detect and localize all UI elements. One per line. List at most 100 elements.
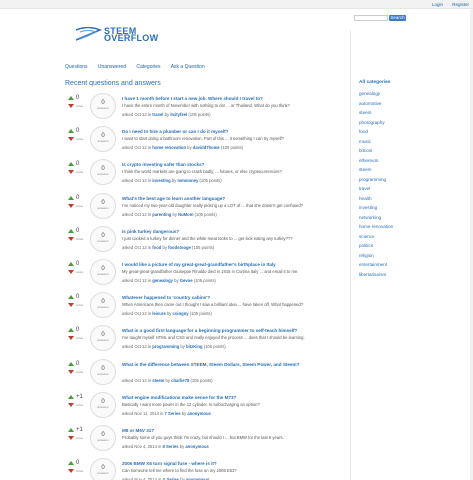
category-link[interactable]: religion	[359, 251, 393, 261]
vote-down-icon[interactable]	[68, 336, 74, 341]
meta-user-link[interactable]: foodstooge	[168, 245, 191, 250]
question-title-link[interactable]: M8 or M5V 31?	[122, 428, 154, 433]
category-link[interactable]: health	[359, 194, 393, 204]
meta-category-link[interactable]: 7 Series	[165, 411, 181, 416]
vote-down-icon[interactable]	[68, 269, 74, 274]
meta-category-link[interactable]: travel	[152, 112, 163, 117]
meta-by: by	[172, 277, 180, 283]
vote-down-icon[interactable]	[68, 203, 74, 208]
vote-down-icon[interactable]	[68, 402, 74, 407]
question-title-link[interactable]: What is the difference between STEEM, St…	[122, 362, 299, 367]
vote-label: votes	[76, 269, 84, 274]
category-link[interactable]: bitcoin	[359, 146, 393, 156]
question-title-link[interactable]: 2006 BMW X5 turn signal fuse - where is …	[122, 461, 217, 466]
vote-up-icon[interactable]	[68, 129, 74, 134]
meta-category-link[interactable]: programming	[152, 344, 179, 349]
meta-user-link[interactable]: anonymous	[187, 411, 211, 416]
question-title-link[interactable]: What's the best age to learn another lan…	[122, 196, 225, 201]
vote-down-icon[interactable]	[68, 104, 74, 108]
question-item: 0 votes 0 answers Is crypto investing safer …	[65, 159, 350, 192]
vote-up-icon[interactable]	[68, 361, 74, 366]
meta-points: (105 points)	[219, 145, 244, 151]
meta-points: (105 points)	[188, 311, 212, 317]
category-link[interactable]: ethereum	[359, 156, 393, 166]
vote-down-icon[interactable]	[68, 236, 74, 241]
category-link[interactable]: steem	[359, 108, 393, 118]
vote-down-icon[interactable]	[68, 369, 74, 374]
answer-count-badge: 0 answers	[90, 325, 116, 352]
meta-category-link[interactable]: leisure	[152, 311, 166, 316]
nav-unanswered[interactable]: Unanswered	[98, 64, 126, 70]
vote-up-icon[interactable]	[68, 96, 74, 100]
vote-up-icon[interactable]	[68, 394, 74, 399]
meta-user-link[interactable]: NuMom	[178, 212, 193, 217]
category-link[interactable]: networking	[359, 213, 393, 223]
meta-user-link[interactable]: Gevoe	[180, 278, 193, 283]
main-nav: Questions Unanswered Categories Ask a Qu…	[65, 64, 214, 70]
question-item: 0 votes 0 answers Whatever happened to 'coun…	[65, 292, 350, 325]
question-title-link[interactable]: I would like a picture of my great-great…	[122, 262, 276, 267]
category-link[interactable]: investing	[359, 203, 393, 213]
category-link[interactable]: food	[359, 127, 393, 137]
vote-down-icon[interactable]	[68, 303, 74, 308]
meta-user-link[interactable]: bitzKing	[186, 344, 203, 349]
meta-category-link[interactable]: genealogy	[152, 278, 173, 283]
nav-questions[interactable]: Questions	[65, 64, 88, 70]
answer-count-badge: 0 answers	[90, 292, 116, 319]
meta-user-link[interactable]: itcityfeel	[170, 112, 187, 117]
meta-user-link[interactable]: charlie78	[171, 378, 189, 383]
meta-user-link[interactable]: coingny	[173, 311, 189, 316]
meta-category-link[interactable]: 8 Series	[163, 444, 179, 449]
question-title-link[interactable]: What is a good first language for a begi…	[122, 328, 297, 333]
category-link[interactable]: travel	[359, 184, 393, 194]
vote-down-icon[interactable]	[68, 469, 74, 474]
question-title-link[interactable]: Whatever happened to 'country cabins'?	[122, 295, 210, 300]
question-title-link[interactable]: Is pink turkey dangerous?	[122, 229, 179, 234]
vote-down-icon[interactable]	[68, 137, 74, 142]
question-title-link[interactable]: What engine modifications make sense for…	[122, 395, 236, 400]
category-link[interactable]: science	[359, 232, 393, 242]
meta-user-link[interactable]: davidd7home	[193, 145, 220, 150]
vote-up-icon[interactable]	[68, 295, 74, 300]
meta-user-link[interactable]: mmmoney	[177, 178, 198, 183]
meta-category-link[interactable]: steem	[152, 378, 164, 383]
category-link[interactable]: photography	[359, 118, 393, 128]
meta-asked: asked Oct 12 in	[122, 311, 153, 317]
vote-up-icon[interactable]	[68, 427, 74, 432]
search-input[interactable]	[354, 15, 388, 21]
nav-categories[interactable]: Categories	[136, 64, 160, 70]
category-link[interactable]: libertarianism	[359, 270, 393, 280]
vote-up-icon[interactable]	[68, 261, 74, 266]
category-link[interactable]: genealogy	[359, 89, 393, 99]
vote-up-icon[interactable]	[68, 195, 74, 200]
category-link[interactable]: politics	[359, 241, 393, 251]
vote-up-icon[interactable]	[68, 461, 74, 466]
site-logo[interactable]: STEEM OVERFLOW	[74, 27, 158, 43]
vote-down-icon[interactable]	[68, 435, 74, 440]
vote-up-icon[interactable]	[68, 162, 74, 167]
meta-category-link[interactable]: parenting	[152, 212, 171, 217]
login-link[interactable]: Login	[432, 2, 443, 7]
meta-user-link[interactable]: anonymous	[185, 444, 209, 449]
nav-ask-question[interactable]: Ask a Question	[171, 64, 205, 70]
meta-category-link[interactable]: investing	[152, 178, 170, 183]
meta-category-link[interactable]: home renovation	[152, 145, 186, 150]
meta-category-link[interactable]: food	[152, 245, 161, 250]
search-button[interactable]: Search	[389, 15, 406, 21]
category-link[interactable]: music	[359, 137, 393, 147]
category-link[interactable]: programming	[359, 175, 393, 185]
vote-down-icon[interactable]	[68, 170, 74, 175]
categories-heading[interactable]: All categories	[359, 80, 393, 85]
category-link[interactable]: entertainment	[359, 260, 393, 270]
category-link[interactable]: automotive	[359, 99, 393, 109]
question-title-link[interactable]: Is crypto investing safer than stocks?	[122, 162, 204, 167]
category-link[interactable]: home renovation	[359, 222, 393, 232]
register-link[interactable]: Register	[452, 2, 469, 7]
question-title-link[interactable]: I have 1 month before I start a new job.…	[122, 96, 263, 101]
question-title-link[interactable]: Do I need to hire a plumber or can I do …	[122, 129, 228, 134]
vote-up-icon[interactable]	[68, 228, 74, 233]
vote-up-icon[interactable]	[68, 328, 74, 333]
page-title: Recent questions and answers	[65, 80, 161, 87]
meta-asked: asked Oct 12 in	[122, 277, 153, 283]
category-link[interactable]: steem	[359, 165, 393, 175]
